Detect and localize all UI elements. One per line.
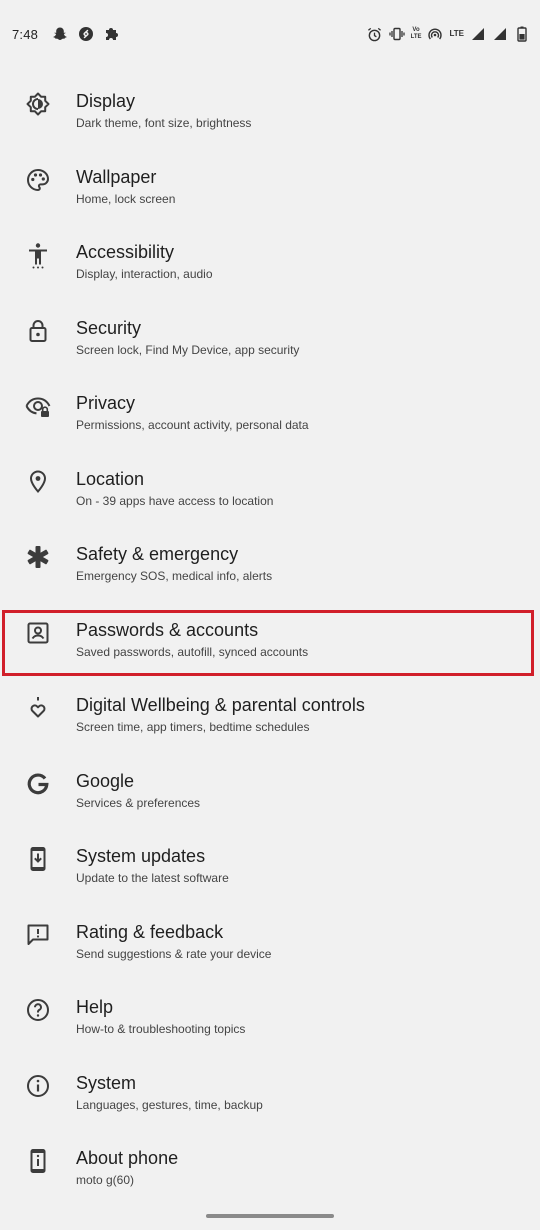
settings-item-subtitle: Screen time, app timers, bedtime schedul… — [76, 720, 310, 734]
battery-icon — [514, 26, 530, 42]
volte-bottom: LTE — [410, 34, 422, 40]
status-right: Vo LTE LTE — [367, 22, 530, 46]
volte-icon: Vo LTE — [411, 27, 422, 41]
feedback-icon — [24, 921, 52, 949]
settings-item-title: Help — [76, 997, 114, 1017]
shazam-icon — [78, 26, 94, 42]
palette-icon — [24, 166, 52, 194]
settings-item-subtitle: Languages, gestures, time, backup — [76, 1097, 263, 1112]
location-pin-icon — [24, 468, 52, 496]
settings-item-help[interactable]: Help How-to & troubleshooting topics — [0, 972, 540, 1048]
accessibility-icon — [24, 241, 52, 269]
lock-icon — [24, 317, 52, 345]
vibrate-icon — [388, 26, 405, 42]
status-bar: 7:48 Vo LTE LTE — [0, 0, 540, 66]
settings-item-about-phone[interactable]: About phone moto g(60) — [0, 1123, 540, 1199]
settings-item-security[interactable]: Security Screen lock, Find My Device, ap… — [0, 293, 540, 369]
system-update-icon — [24, 845, 52, 873]
gesture-nav-handle[interactable] — [206, 1214, 334, 1218]
settings-item-subtitle: Update to the latest software — [76, 871, 229, 885]
settings-item-title: Wallpaper — [76, 166, 157, 187]
settings-item-subtitle: Screen lock, Find My Device, app securit… — [76, 342, 300, 357]
settings-item-subtitle: How-to & troubleshooting topics — [76, 1022, 246, 1036]
signal-icon — [492, 26, 508, 42]
asterisk-icon — [24, 543, 52, 571]
settings-item-subtitle: Dark theme, font size, brightness — [76, 116, 252, 130]
settings-item-system[interactable]: System Languages, gestures, time, backup — [0, 1048, 540, 1124]
wellbeing-heart-icon — [24, 694, 52, 722]
settings-item-subtitle: Saved passwords, autofill, synced accoun… — [76, 644, 309, 659]
settings-item-title: Accessibility — [76, 242, 175, 262]
settings-item-privacy[interactable]: Privacy Permissions, account activity, p… — [0, 368, 540, 444]
settings-item-title: Google — [76, 770, 135, 791]
settings-item-subtitle: Home, lock screen — [76, 191, 176, 206]
phone-info-icon — [24, 1147, 52, 1175]
settings-item-title: Rating & feedback — [76, 921, 224, 942]
settings-item-location[interactable]: Location On - 39 apps have access to loc… — [0, 444, 540, 520]
signal-icon — [470, 26, 486, 42]
settings-item-accessibility[interactable]: Accessibility Display, interaction, audi… — [0, 217, 540, 293]
settings-item-subtitle: moto g(60) — [76, 1173, 135, 1187]
settings-item-google[interactable]: Google Services & preferences — [0, 746, 540, 822]
settings-list: Display Dark theme, font size, brightnes… — [0, 66, 540, 1199]
settings-item-title: Safety & emergency — [76, 544, 239, 564]
hotspot-icon — [427, 26, 443, 42]
settings-item-title: About phone — [76, 1148, 179, 1168]
settings-item-display[interactable]: Display Dark theme, font size, brightnes… — [0, 66, 540, 142]
help-icon — [24, 996, 52, 1024]
settings-item-subtitle: Services & preferences — [76, 795, 201, 810]
display-brightness-icon — [24, 90, 52, 118]
settings-item-title: Security — [76, 317, 142, 338]
alarm-icon — [367, 26, 383, 42]
settings-item-system-updates[interactable]: System updates Update to the latest soft… — [0, 821, 540, 897]
settings-item-subtitle: Emergency SOS, medical info, alerts — [76, 569, 273, 583]
settings-item-title: Digital Wellbeing & parental controls — [76, 695, 365, 715]
status-time: 7:48 — [12, 26, 39, 42]
puzzle-icon — [104, 26, 120, 42]
status-left: 7:48 — [12, 22, 120, 46]
settings-item-wallpaper[interactable]: Wallpaper Home, lock screen — [0, 142, 540, 218]
settings-item-digital-wellbeing[interactable]: Digital Wellbeing & parental controls Sc… — [0, 670, 540, 746]
privacy-eye-icon — [24, 392, 52, 420]
settings-item-subtitle: On - 39 apps have access to location — [76, 493, 274, 508]
google-g-icon — [24, 770, 52, 798]
settings-item-title: Passwords & accounts — [76, 619, 259, 640]
settings-item-subtitle: Display, interaction, audio — [76, 267, 213, 281]
account-box-icon — [24, 619, 52, 647]
settings-item-title: Display — [76, 91, 136, 111]
settings-item-title: System — [76, 1072, 137, 1093]
settings-item-title: System updates — [76, 846, 206, 866]
settings-item-rating-feedback[interactable]: Rating & feedback Send suggestions & rat… — [0, 897, 540, 973]
settings-item-title: Location — [76, 468, 145, 489]
info-icon — [24, 1072, 52, 1100]
volte-top: Vo — [412, 27, 420, 33]
settings-item-subtitle: Send suggestions & rate your device — [76, 946, 272, 961]
snapchat-icon — [52, 26, 68, 42]
settings-item-safety-emergency[interactable]: Safety & emergency Emergency SOS, medica… — [0, 519, 540, 595]
settings-item-subtitle: Permissions, account activity, personal … — [76, 418, 309, 432]
lte-label: LTE — [449, 29, 464, 38]
settings-item-passwords-accounts[interactable]: Passwords & accounts Saved passwords, au… — [0, 595, 540, 671]
settings-item-title: Privacy — [76, 393, 136, 413]
